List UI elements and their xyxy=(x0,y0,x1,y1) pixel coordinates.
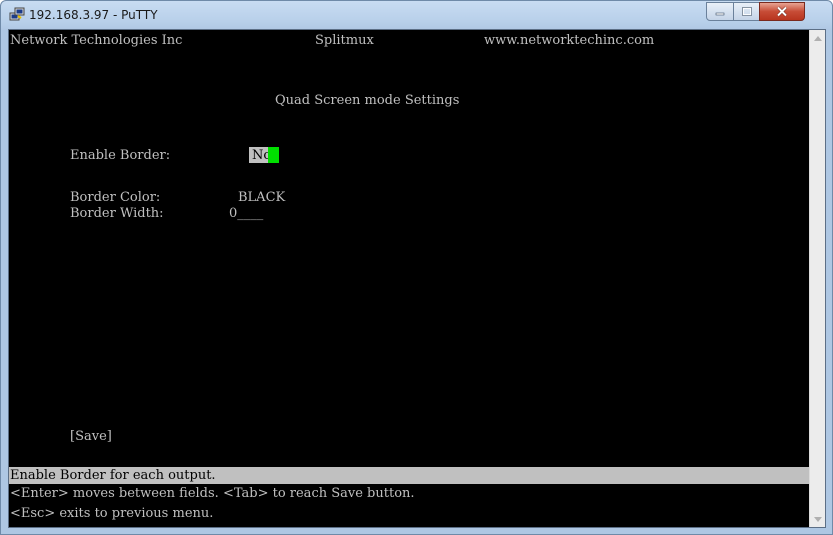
border-color-label: Border Color: xyxy=(70,190,161,205)
close-button[interactable] xyxy=(759,2,805,21)
title-bar[interactable]: 192.168.3.97 - PuTTY xyxy=(1,1,832,29)
border-color-value[interactable]: BLACK xyxy=(238,190,285,205)
border-width-label: Border Width: xyxy=(70,206,164,221)
text-cursor xyxy=(268,147,279,163)
window-title: 192.168.3.97 - PuTTY xyxy=(29,8,158,22)
border-width-input[interactable]: 0____ xyxy=(229,206,263,221)
enable-border-label: Enable Border: xyxy=(70,148,171,163)
terminal-client-area[interactable]: Network Technologies Inc Splitmux www.ne… xyxy=(8,29,826,528)
screen-title: Quad Screen mode Settings xyxy=(275,93,460,108)
scroll-up-button[interactable] xyxy=(810,30,826,46)
minimize-icon xyxy=(715,12,725,15)
terminal-screen[interactable]: Network Technologies Inc Splitmux www.ne… xyxy=(9,30,809,527)
putty-window: 192.168.3.97 - PuTTY Network Technologie… xyxy=(0,0,833,535)
header-product: Splitmux xyxy=(315,33,374,48)
maximize-icon xyxy=(741,7,752,16)
maximize-button[interactable] xyxy=(733,2,760,21)
scroll-down-button[interactable] xyxy=(810,511,826,527)
header-company: Network Technologies Inc xyxy=(10,33,183,48)
help-line-2: <Esc> exits to previous menu. xyxy=(10,506,214,521)
putty-icon[interactable] xyxy=(9,7,25,23)
save-button[interactable]: [Save] xyxy=(70,429,112,444)
status-bar: Enable Border for each output. xyxy=(9,467,809,484)
header-website: www.networktechinc.com xyxy=(484,33,655,48)
close-icon xyxy=(776,6,788,17)
minimize-button[interactable] xyxy=(706,2,734,21)
status-message: Enable Border for each output. xyxy=(10,468,216,483)
scroll-up-arrow-icon xyxy=(814,35,822,41)
help-line-1: <Enter> moves between fields. <Tab> to r… xyxy=(10,486,415,501)
scroll-down-arrow-icon xyxy=(814,516,822,522)
vertical-scrollbar[interactable] xyxy=(809,30,825,527)
